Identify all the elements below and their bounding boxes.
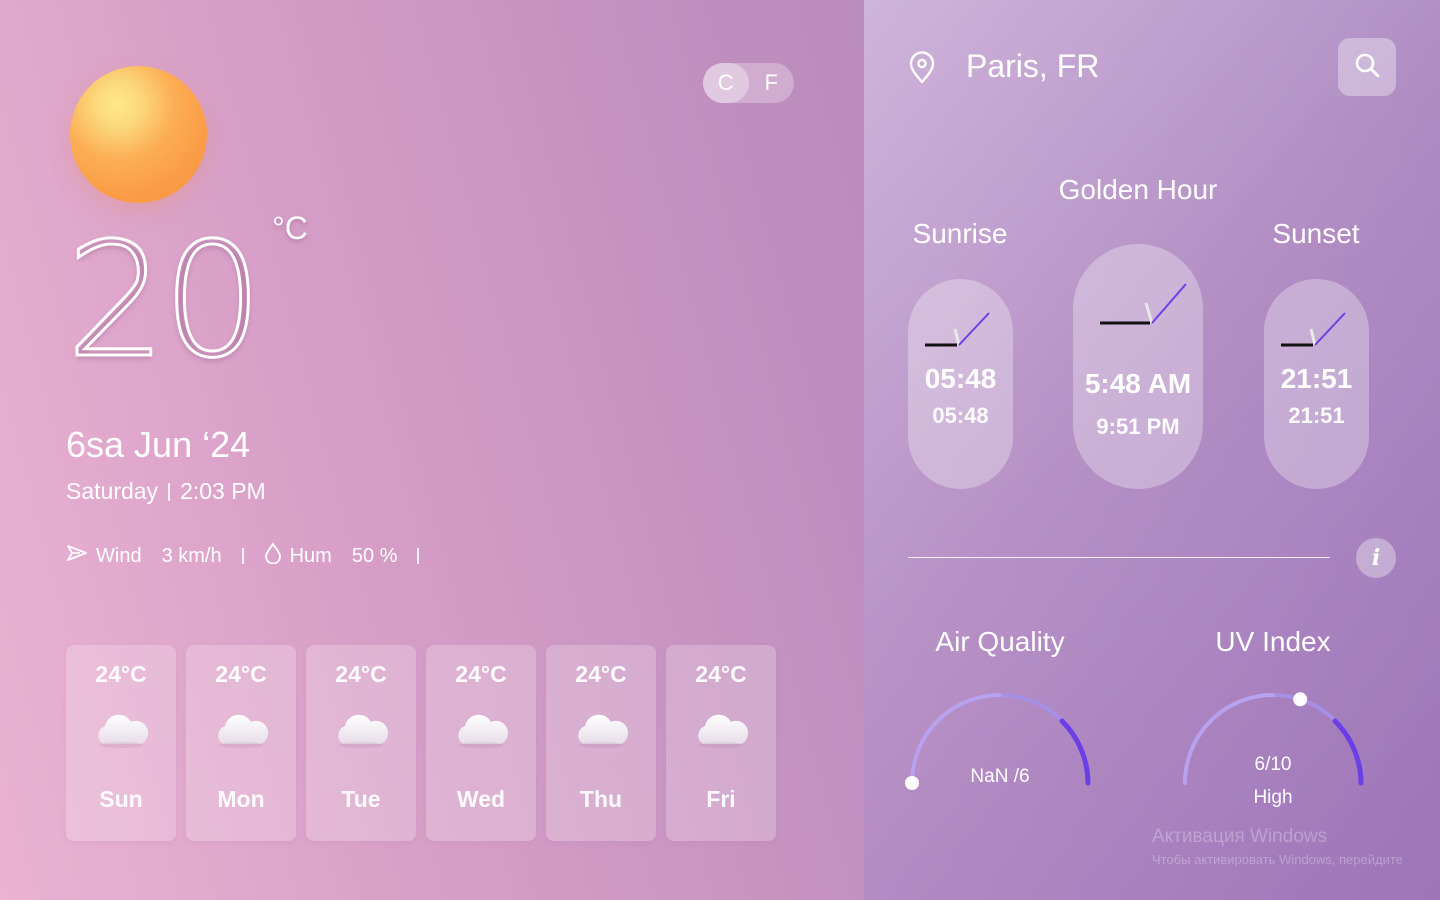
sunset-time: 21:51 — [1280, 363, 1353, 394]
forecast-card-wed[interactable]: 24°C Wed — [426, 645, 536, 841]
cloud-icon — [211, 714, 271, 748]
cloud-icon — [331, 714, 391, 748]
weather-metrics: Wind 3 km/h Hum 50 % — [66, 542, 439, 570]
humidity-value: 50 % — [351, 544, 398, 567]
forecast-day: Tue — [341, 786, 381, 812]
forecast-temp: 24°C — [215, 661, 267, 687]
divider — [168, 482, 171, 501]
clock-icon — [1277, 309, 1357, 349]
weekday-time: Saturday 2:03 PM — [66, 478, 266, 505]
cloud-icon — [91, 714, 151, 748]
forecast-day: Thu — [579, 786, 623, 812]
golden-hour-card: 5:48 AM 9:51 PM — [1073, 244, 1203, 489]
sunrise-time-secondary: 05:48 — [932, 403, 989, 428]
unit-toggle[interactable]: C F — [703, 63, 794, 103]
search-button[interactable] — [1338, 38, 1396, 96]
sunset-card: 21:51 21:51 — [1264, 279, 1369, 489]
sunset-time-secondary: 21:51 — [1288, 403, 1345, 428]
forecast-list: 24°C Sun 24°C Mon 24°C Tue 24°C Wed 24°C… — [66, 645, 776, 841]
cloud-icon — [451, 714, 511, 748]
forecast-temp: 24°C — [335, 661, 387, 687]
current-temperature: 20 — [64, 209, 264, 393]
celsius-option[interactable]: C — [703, 63, 749, 103]
forecast-day: Fri — [706, 786, 736, 812]
uv-index-level: High — [1253, 787, 1293, 808]
wind-value: 3 km/h — [161, 544, 222, 567]
location-name: Paris, FR — [966, 48, 1100, 84]
forecast-card-tue[interactable]: 24°C Tue — [306, 645, 416, 841]
forecast-temp: 24°C — [95, 661, 147, 687]
location-pin-icon — [906, 51, 938, 85]
current-date: 6sa Jun ‘24 — [66, 424, 251, 465]
forecast-card-sun[interactable]: 24°C Sun — [66, 645, 176, 841]
forecast-temp: 24°C — [455, 661, 507, 687]
humidity-label: Hum — [289, 544, 332, 567]
golden-hour-title: Golden Hour — [1058, 174, 1218, 205]
sunrise-label: Sunrise — [912, 218, 1008, 249]
windows-activation-title: Активация Windows — [1152, 826, 1328, 847]
forecast-temp: 24°C — [575, 661, 627, 687]
current-weather-panel: 20 °C C F 6sa Jun ‘24 Saturday 2:03 PM W… — [0, 0, 864, 900]
uv-index-marker — [1293, 692, 1308, 707]
fahrenheit-option[interactable]: F — [749, 63, 795, 103]
uv-index-value: 6/10 — [1254, 754, 1292, 775]
cloud-icon — [691, 714, 751, 748]
wind-label: Wind — [96, 544, 142, 567]
info-icon: i — [1371, 545, 1381, 571]
divider — [241, 548, 244, 564]
search-icon — [1353, 51, 1381, 84]
golden-hour-evening: 9:51 PM — [1096, 414, 1180, 439]
air-quality-title: Air Quality — [935, 626, 1065, 657]
sunrise-time: 05:48 — [924, 363, 997, 394]
current-time: 2:03 PM — [180, 478, 266, 504]
uv-index-title: UV Index — [1215, 626, 1331, 657]
clock-icon — [1088, 278, 1188, 328]
sun-icon — [70, 66, 207, 203]
forecast-day: Sun — [99, 786, 143, 812]
clock-icon — [921, 309, 1001, 349]
wind-icon — [66, 544, 88, 568]
section-divider — [908, 557, 1330, 558]
wind-metric: Wind 3 km/h — [66, 544, 222, 568]
divider — [417, 548, 420, 564]
windows-activation-subtitle: Чтобы активировать Windows, перейдите — [1152, 852, 1403, 867]
golden-hour-morning: 5:48 AM — [1084, 368, 1192, 399]
sunset-label: Sunset — [1272, 218, 1360, 249]
forecast-card-thu[interactable]: 24°C Thu — [546, 645, 656, 841]
sunrise-card: 05:48 05:48 — [908, 279, 1013, 489]
droplet-icon — [264, 542, 282, 570]
cloud-icon — [571, 714, 631, 748]
info-button[interactable]: i — [1356, 538, 1396, 578]
uv-index-gauge — [1183, 692, 1364, 786]
temperature-unit: °C — [272, 210, 308, 246]
forecast-temp: 24°C — [695, 661, 747, 687]
forecast-card-fri[interactable]: 24°C Fri — [666, 645, 776, 841]
air-quality-value: NaN /6 — [970, 766, 1030, 787]
humidity-metric: Hum 50 % — [264, 542, 398, 570]
weekday: Saturday — [66, 478, 159, 504]
forecast-day: Wed — [456, 786, 506, 812]
forecast-card-mon[interactable]: 24°C Mon — [186, 645, 296, 841]
air-quality-marker — [905, 776, 919, 790]
forecast-day: Mon — [217, 786, 265, 812]
